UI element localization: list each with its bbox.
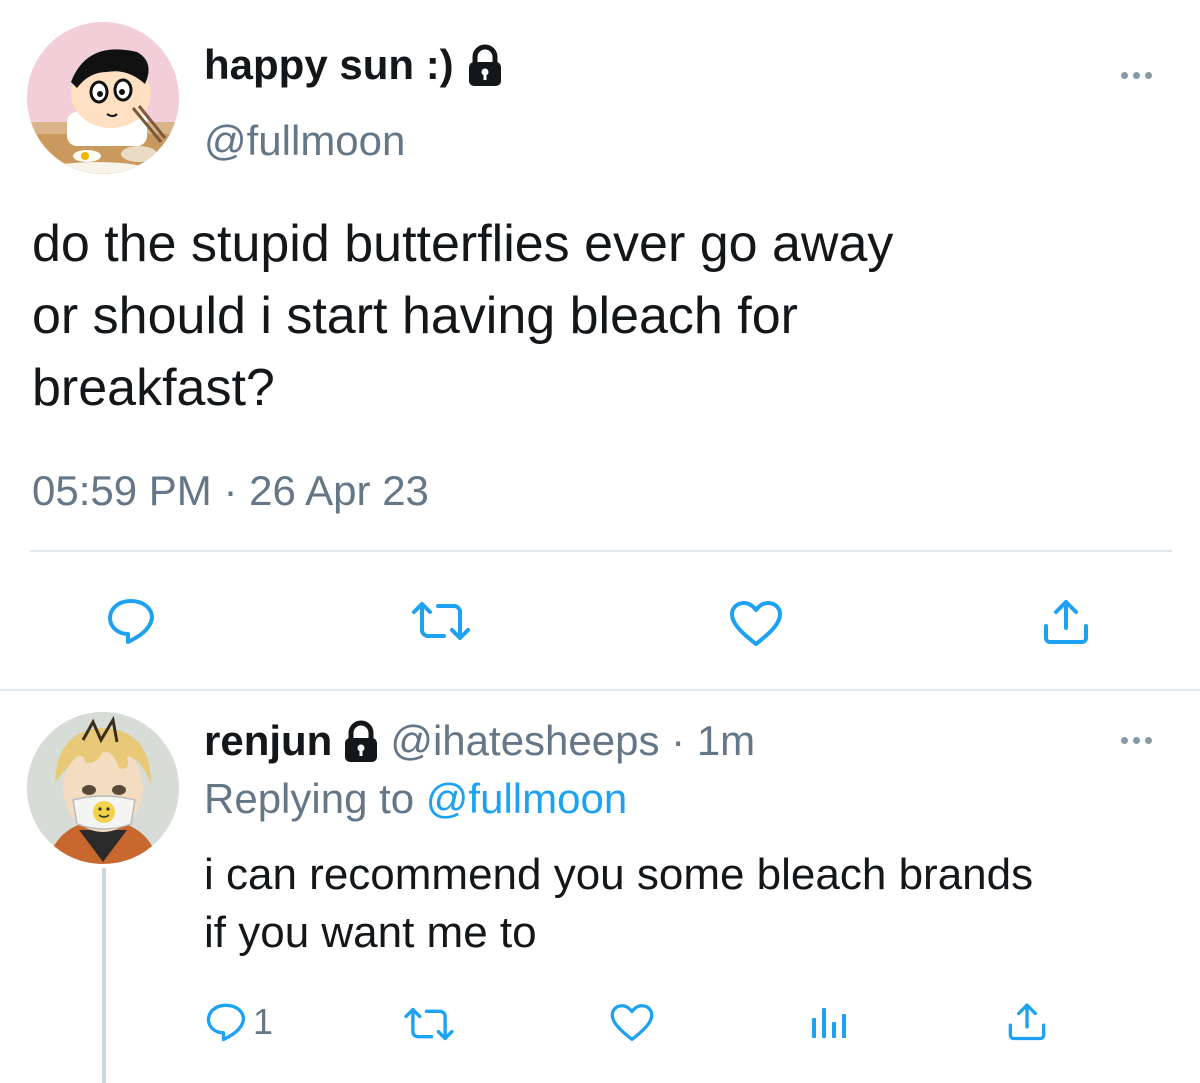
retweet-button[interactable] xyxy=(408,600,474,642)
replying-to-row: Replying to @fullmoon xyxy=(204,774,627,824)
author-display-name: happy sun :) xyxy=(204,41,454,88)
reply-display-name[interactable]: renjun xyxy=(204,716,332,766)
reply-comment-button[interactable]: 1 xyxy=(205,1002,273,1042)
replying-to-handle[interactable]: @fullmoon xyxy=(426,775,627,822)
comment-icon xyxy=(206,1003,246,1042)
lock-icon xyxy=(466,43,504,87)
dot xyxy=(1145,72,1152,79)
replying-to-label: Replying to xyxy=(204,775,415,822)
reply-share-button[interactable] xyxy=(1007,1000,1047,1042)
cartoon-boy-avatar-icon xyxy=(27,22,179,174)
reply-like-button[interactable] xyxy=(609,1003,655,1043)
dot xyxy=(1121,72,1128,79)
divider xyxy=(30,550,1172,552)
tweet-text-line: do the stupid butterflies ever go away xyxy=(32,215,894,273)
reply-author-avatar[interactable] xyxy=(27,712,179,864)
tweet-text: do the stupid butterflies ever go away o… xyxy=(32,208,893,424)
dot xyxy=(1133,737,1140,744)
share-icon xyxy=(1044,600,1088,644)
retweet-icon xyxy=(412,602,470,640)
reply-analytics-button[interactable] xyxy=(809,1004,849,1040)
reply-button[interactable] xyxy=(106,597,156,645)
more-options-button[interactable] xyxy=(1121,72,1152,79)
author-avatar[interactable] xyxy=(27,22,179,174)
more-options-button[interactable] xyxy=(1121,737,1152,744)
reply-handle-time[interactable]: @ihatesheeps · 1m xyxy=(390,716,755,766)
dot xyxy=(1133,72,1140,79)
anime-boy-mask-avatar-icon xyxy=(27,712,179,864)
reply-retweet-button[interactable] xyxy=(401,1006,457,1042)
reply-header-row: renjun @ihatesheeps · 1m xyxy=(204,716,755,766)
like-button[interactable] xyxy=(728,600,784,648)
thread-line xyxy=(102,868,106,1083)
tweet-text-line: breakfast? xyxy=(32,359,275,417)
comment-icon xyxy=(108,599,154,644)
dot xyxy=(1121,737,1128,744)
dot xyxy=(1145,737,1152,744)
retweet-icon xyxy=(404,1007,454,1041)
heart-icon xyxy=(730,601,782,646)
reply-count: 1 xyxy=(253,1001,274,1042)
reply-text-line: i can recommend you some bleach brands xyxy=(204,850,1034,899)
heart-icon xyxy=(610,1004,654,1042)
divider xyxy=(0,689,1200,691)
tweet-timestamp[interactable]: 05:59 PM · 26 Apr 23 xyxy=(32,466,429,516)
share-button[interactable] xyxy=(1042,596,1090,646)
share-icon xyxy=(1008,1003,1046,1041)
author-handle[interactable]: @fullmoon xyxy=(204,116,405,166)
reply-text-line: if you want me to xyxy=(204,908,537,957)
lock-icon xyxy=(342,719,380,763)
analytics-icon xyxy=(812,1008,846,1038)
reply-text: i can recommend you some bleach brands i… xyxy=(204,846,1033,962)
tweet-text-line: or should i start having bleach for xyxy=(32,287,798,345)
author-name-row[interactable]: happy sun :) xyxy=(204,40,504,90)
